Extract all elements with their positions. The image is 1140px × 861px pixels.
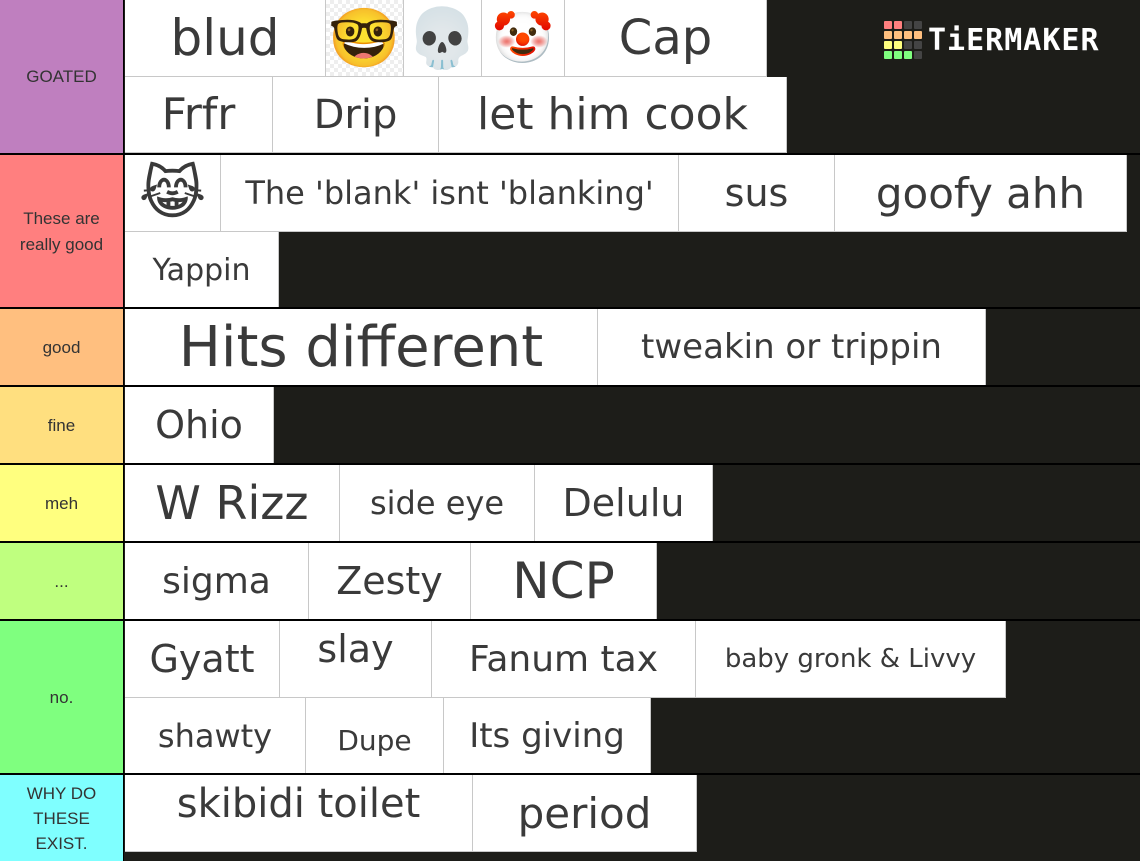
tier-item[interactable]: period xyxy=(473,775,697,852)
tiermaker-grid-icon xyxy=(884,21,922,59)
clown-face-emoji-icon[interactable]: 🤡 xyxy=(482,0,565,77)
tier-label[interactable]: These are really good xyxy=(0,155,124,309)
tier-item[interactable]: Cap xyxy=(565,0,767,77)
tier-item[interactable]: Yappin xyxy=(125,232,279,309)
tier-label[interactable]: good xyxy=(0,309,124,386)
tier-item[interactable]: Ohio xyxy=(125,387,274,464)
tier-label[interactable]: meh xyxy=(0,465,124,542)
logo-grid-square xyxy=(904,51,912,59)
nerd-face-emoji-icon[interactable]: 🤓 xyxy=(326,0,404,77)
tier-label[interactable]: WHY DO THESE EXIST. xyxy=(0,775,124,861)
tier-item[interactable]: Drip xyxy=(273,77,439,153)
tier-item[interactable]: side eye xyxy=(340,465,535,542)
tier-item[interactable]: blud xyxy=(125,0,326,77)
tier-item[interactable]: let him cook xyxy=(439,77,787,153)
tier-item[interactable]: Frfr xyxy=(125,77,273,153)
logo-grid-square xyxy=(914,51,922,59)
logo-grid-square xyxy=(884,21,892,29)
tier-item[interactable]: baby gronk & Livvy xyxy=(696,621,1006,698)
tier-row-no: no. Gyatt slay Fanum tax baby gronk & Li… xyxy=(0,619,1140,774)
skull-emoji-icon[interactable]: 💀 xyxy=(404,0,482,77)
tier-row-meh: meh W Rizz side eye Delulu xyxy=(0,463,1140,542)
tier-item[interactable]: W Rizz xyxy=(125,465,340,542)
tier-item[interactable]: Delulu xyxy=(535,465,713,542)
tiermaker-logo[interactable]: TiERMAKER xyxy=(884,20,1100,60)
logo-grid-square xyxy=(894,31,902,39)
logo-grid-square xyxy=(884,31,892,39)
tier-item[interactable]: sigma xyxy=(125,543,309,620)
tier-item[interactable]: Its giving xyxy=(444,698,651,774)
tier-item[interactable]: Hits different xyxy=(125,309,598,386)
logo-grid-square xyxy=(894,21,902,29)
logo-grid-square xyxy=(914,21,922,29)
tier-item[interactable]: Dupe xyxy=(306,698,444,774)
logo-grid-square xyxy=(894,51,902,59)
logo-grid-square xyxy=(904,21,912,29)
logo-grid-square xyxy=(884,41,892,49)
tier-item[interactable]: shawty xyxy=(125,698,306,774)
tier-label[interactable]: ... xyxy=(0,543,124,620)
tiermaker-logo-text: TiERMAKER xyxy=(928,22,1100,58)
logo-grid-square xyxy=(904,41,912,49)
tier-item[interactable]: The 'blank' isnt 'blanking' xyxy=(221,155,679,232)
tier-row-really-good: These are really good 😹 The 'blank' isnt… xyxy=(0,153,1140,309)
tier-item[interactable]: skibidi toilet xyxy=(125,775,473,852)
logo-grid-square xyxy=(914,31,922,39)
tier-item[interactable]: slay xyxy=(280,621,432,698)
tier-label[interactable]: no. xyxy=(0,621,124,774)
tier-row-ellipsis: ... sigma Zesty NCP xyxy=(0,541,1140,620)
tier-item[interactable]: NCP xyxy=(471,543,657,620)
tier-item[interactable]: goofy ahh xyxy=(835,155,1127,232)
tier-row-fine: fine Ohio xyxy=(0,385,1140,464)
logo-grid-square xyxy=(914,41,922,49)
logo-grid-square xyxy=(894,41,902,49)
tier-row-good: good Hits different tweakin or trippin xyxy=(0,307,1140,386)
cat-tears-of-joy-emoji-icon[interactable]: 😹 xyxy=(125,155,221,232)
tier-item[interactable]: Gyatt xyxy=(125,621,280,698)
logo-grid-square xyxy=(904,31,912,39)
tier-item[interactable]: Fanum tax xyxy=(432,621,696,698)
tier-item[interactable]: tweakin or trippin xyxy=(598,309,986,386)
tier-label[interactable]: fine xyxy=(0,387,124,464)
tier-label[interactable]: GOATED xyxy=(0,0,124,154)
tier-item[interactable]: Zesty xyxy=(309,543,471,620)
tier-row-why-do-these-exist: WHY DO THESE EXIST. skibidi toilet perio… xyxy=(0,773,1140,861)
tier-item[interactable]: sus xyxy=(679,155,835,232)
logo-grid-square xyxy=(884,51,892,59)
